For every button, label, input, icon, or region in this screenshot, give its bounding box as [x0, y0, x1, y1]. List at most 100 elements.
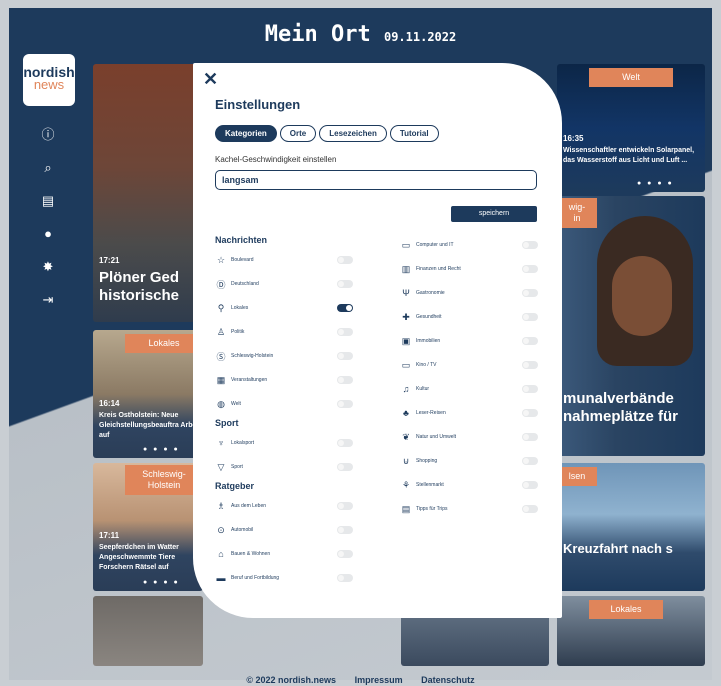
tile-lower-left[interactable]: Schleswig-Holstein 17:11 Seepferdchen im…	[93, 463, 203, 591]
tile-big-left[interactable]: 17:21 Plöner Ged historische	[93, 64, 203, 322]
category-row-leser-reisen[interactable]: ♣ Leser-Reisen	[400, 401, 538, 425]
palm-icon: ♣	[403, 408, 409, 418]
tile-mid-left[interactable]: Lokales 16:14 Kreis Ostholstein: Neue Gl…	[93, 330, 203, 458]
category-toggle[interactable]	[522, 457, 538, 465]
category-toggle[interactable]	[337, 550, 353, 558]
category-toggle[interactable]	[337, 502, 353, 510]
category-toggle[interactable]	[522, 313, 538, 321]
save-button[interactable]: speichern	[451, 206, 537, 222]
modal-title: Einstellungen	[215, 97, 301, 112]
portrait-face	[612, 256, 672, 336]
category-row-gastronomie[interactable]: Ψ Gastronomie	[400, 281, 538, 305]
gear-icon[interactable]: ✸	[37, 256, 59, 278]
category-row-welt[interactable]: ◍ Welt	[215, 392, 353, 416]
category-row-schleswig-holstein[interactable]: Ⓢ Schleswig-Holstein	[215, 344, 353, 368]
category-label: Beruf und Fortbildung	[231, 575, 280, 581]
category-toggle[interactable]	[522, 361, 538, 369]
info-icon[interactable]: ⓘ	[37, 124, 59, 146]
category-row-kultur[interactable]: ♫ Kultur	[400, 377, 538, 401]
category-row-beruf-und-fortbildung[interactable]: ▬ Beruf und Fortbildung	[215, 566, 353, 590]
category-row-aus-dem-leben[interactable]: ♗ Aus dem Leben	[215, 494, 353, 518]
category-toggle[interactable]	[337, 328, 353, 336]
category-row-automobil[interactable]: ⊙ Automobil	[215, 518, 353, 542]
tile-time: 16:14	[99, 399, 120, 408]
category-toggle[interactable]	[522, 433, 538, 441]
category-toggle[interactable]	[337, 526, 353, 534]
datenschutz-link[interactable]: Datenschutz	[421, 675, 475, 685]
category-row-finanzen-und-recht[interactable]: ▥ Finanzen und Recht	[400, 257, 538, 281]
category-toggle[interactable]	[337, 256, 353, 264]
category-row-immobilien[interactable]: ▣ Immobilien	[400, 329, 538, 353]
tile-bottom-right[interactable]: Lokales	[557, 596, 705, 666]
tile-time: 16:35	[563, 134, 584, 143]
category-toggle[interactable]	[337, 574, 353, 582]
category-toggle[interactable]	[522, 409, 538, 417]
category-label: Gastronomie	[416, 290, 445, 296]
category-row-computer-und-it[interactable]: ▭ Computer und IT	[400, 233, 538, 257]
category-toggle[interactable]	[522, 385, 538, 393]
category-row-natur-und-umwelt[interactable]: ❦ Natur und Umwelt	[400, 425, 538, 449]
category-toggle[interactable]	[337, 352, 353, 360]
category-row-tipps-für-trips[interactable]: ▤ Tipps für Trips	[400, 497, 538, 521]
close-icon[interactable]: ✕	[203, 69, 218, 90]
category-label: Lokales	[231, 305, 249, 311]
category-toggle[interactable]	[337, 463, 353, 471]
category-toggle[interactable]	[522, 289, 538, 297]
finance-icon: ▥	[401, 263, 411, 274]
category-label: Kultur	[416, 386, 430, 392]
logout-icon[interactable]: ⇥	[37, 289, 59, 311]
category-toggle[interactable]	[522, 265, 538, 273]
logo[interactable]: nordish news	[23, 54, 75, 106]
category-row-kino-tv[interactable]: ▭ Kino / TV	[400, 353, 538, 377]
sidebar: ⓘ ⌕ ▤ ● ✸ ⇥	[37, 124, 59, 322]
carousel-dots[interactable]: ● ● ● ●	[143, 579, 180, 586]
tab-tutorial[interactable]: Tutorial	[389, 125, 439, 142]
tv-icon: ▭	[401, 359, 411, 370]
tile-top-right[interactable]: Welt 16:35 Wissenschaftler entwickeln So…	[557, 64, 705, 192]
category-label: Finanzen und Recht	[416, 266, 461, 272]
category-toggle[interactable]	[522, 505, 538, 513]
tab-lesezeichen[interactable]: Lesezeichen	[319, 125, 387, 142]
podium-icon: ♙	[216, 326, 226, 337]
trophy-icon: ♆	[217, 438, 225, 448]
cup-icon: ▽	[217, 461, 225, 472]
category-row-lokales[interactable]: ⚲ Lokales	[215, 296, 353, 320]
tile-bottom-left[interactable]	[93, 596, 203, 666]
category-toggle[interactable]	[337, 400, 353, 408]
category-row-shopping[interactable]: ⊍ Shopping	[400, 449, 538, 473]
carousel-dots[interactable]: ● ● ● ●	[637, 180, 674, 187]
category-toggle[interactable]	[337, 439, 353, 447]
archive-icon[interactable]: ▤	[37, 190, 59, 212]
category-row-bauen-wohnen[interactable]: ⌂ Bauen & Wohnen	[215, 542, 353, 566]
category-row-veranstaltungen[interactable]: ▦ Veranstaltungen	[215, 368, 353, 392]
tab-orte[interactable]: Orte	[279, 125, 317, 142]
category-label: Boulevard	[231, 257, 254, 263]
category-row-deutschland[interactable]: Ⓓ Deutschland	[215, 272, 353, 296]
category-row-lokalsport[interactable]: ♆ Lokalsport	[215, 431, 353, 455]
user-icon[interactable]: ●	[37, 223, 59, 245]
category-row-boulevard[interactable]: ☆ Boulevard	[215, 248, 353, 272]
speed-select[interactable]: langsam	[215, 170, 537, 190]
tab-kategorien[interactable]: Kategorien	[215, 125, 277, 142]
impressum-link[interactable]: Impressum	[355, 675, 403, 685]
category-row-sport[interactable]: ▽ Sport	[215, 455, 353, 479]
copyright-text: © 2022 nordish.news	[246, 675, 337, 685]
category-row-gesundheit[interactable]: ✚ Gesundheit	[400, 305, 538, 329]
tile-right-big[interactable]: wig- in munalverbände nahmeplätze für	[557, 196, 705, 456]
logo-line2: news	[33, 77, 65, 92]
category-row-politik[interactable]: ♙ Politik	[215, 320, 353, 344]
tile-headline: munalverbände nahmeplätze für	[563, 390, 679, 425]
category-toggle[interactable]	[337, 376, 353, 384]
category-toggle[interactable]	[522, 337, 538, 345]
category-toggle[interactable]	[522, 241, 538, 249]
category-toggle[interactable]	[522, 481, 538, 489]
title-date: 09.11.2022	[383, 30, 457, 44]
category-label: Leser-Reisen	[416, 410, 446, 416]
category-toggle[interactable]	[337, 304, 353, 312]
category-row-stellenmarkt[interactable]: ⚘ Stellenmarkt	[400, 473, 538, 497]
tile-right-lower[interactable]: lsen Kreuzfahrt nach s	[557, 463, 705, 591]
category-toggle[interactable]	[337, 280, 353, 288]
carousel-dots[interactable]: ● ● ● ●	[143, 446, 180, 453]
category-column-left: Nachrichten ☆ Boulevard Ⓓ Deutschland ⚲ Lokale…	[215, 233, 353, 618]
search-icon[interactable]: ⌕	[37, 157, 59, 179]
